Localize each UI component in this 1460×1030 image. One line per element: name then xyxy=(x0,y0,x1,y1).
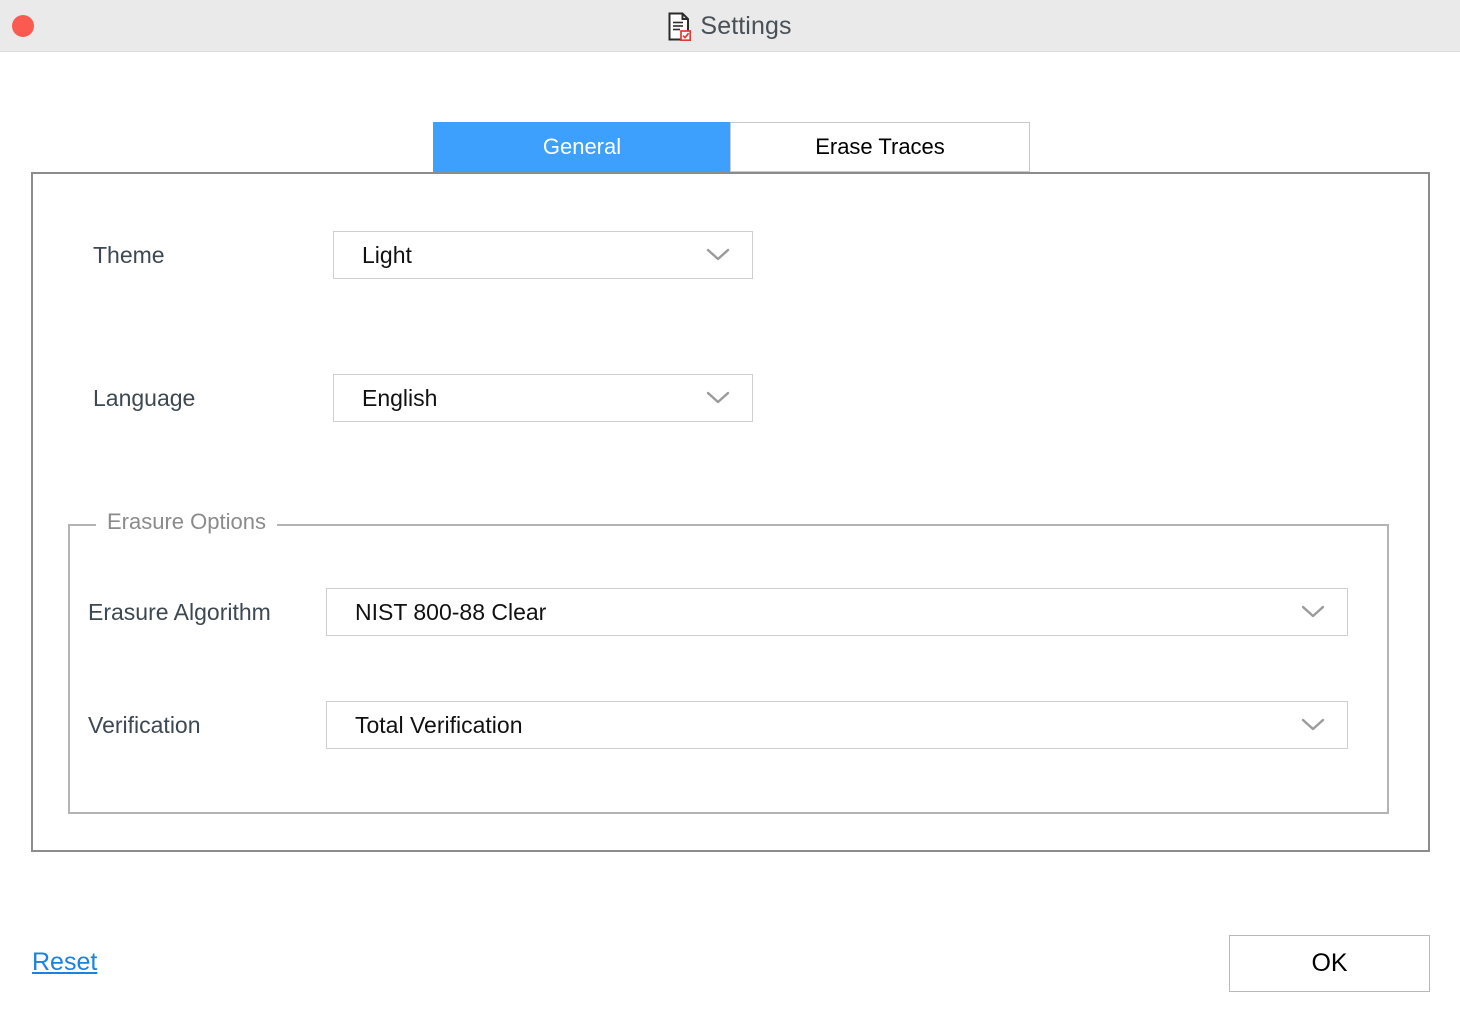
language-label: Language xyxy=(93,384,196,411)
reset-link[interactable]: Reset xyxy=(32,948,97,977)
theme-label: Theme xyxy=(93,241,165,268)
tab-general-label: General xyxy=(542,134,622,159)
settings-panel: Theme Light Language English Erasure Opt… xyxy=(31,172,1430,852)
language-value: English xyxy=(362,384,438,411)
language-select[interactable]: English xyxy=(333,374,753,422)
ok-button[interactable]: OK xyxy=(1229,935,1430,992)
erasure-options-group: Erasure Options Erasure Algorithm NIST 8… xyxy=(68,509,1389,814)
chevron-down-icon xyxy=(1301,605,1325,619)
erasure-algorithm-label: Erasure Algorithm xyxy=(88,598,271,625)
theme-select[interactable]: Light xyxy=(333,231,753,279)
language-row: Language English xyxy=(93,374,753,422)
ok-button-label: OK xyxy=(1311,949,1348,977)
theme-value: Light xyxy=(362,241,412,268)
erasure-algorithm-value: NIST 800-88 Clear xyxy=(355,598,547,625)
verification-select[interactable]: Total Verification xyxy=(326,701,1348,749)
verification-row: Verification Total Verification xyxy=(88,701,1348,749)
chevron-down-icon xyxy=(706,248,730,262)
tab-erase-traces[interactable]: Erase Traces xyxy=(730,122,1030,172)
document-check-icon xyxy=(668,12,692,41)
tab-bar: General Erase Traces xyxy=(31,122,1430,173)
window-title: Settings xyxy=(700,11,792,40)
erasure-algorithm-row: Erasure Algorithm NIST 800-88 Clear xyxy=(88,588,1348,636)
window-titlebar: Settings xyxy=(0,0,1460,52)
chevron-down-icon xyxy=(706,391,730,405)
verification-label: Verification xyxy=(88,711,201,738)
tab-general[interactable]: General xyxy=(433,122,731,172)
erasure-algorithm-select[interactable]: NIST 800-88 Clear xyxy=(326,588,1348,636)
tab-erase-traces-label: Erase Traces xyxy=(815,134,945,159)
chevron-down-icon xyxy=(1301,718,1325,732)
theme-row: Theme Light xyxy=(93,231,753,279)
window-title-group: Settings xyxy=(0,0,1460,52)
verification-value: Total Verification xyxy=(355,711,523,738)
erasure-options-legend: Erasure Options xyxy=(96,509,277,535)
